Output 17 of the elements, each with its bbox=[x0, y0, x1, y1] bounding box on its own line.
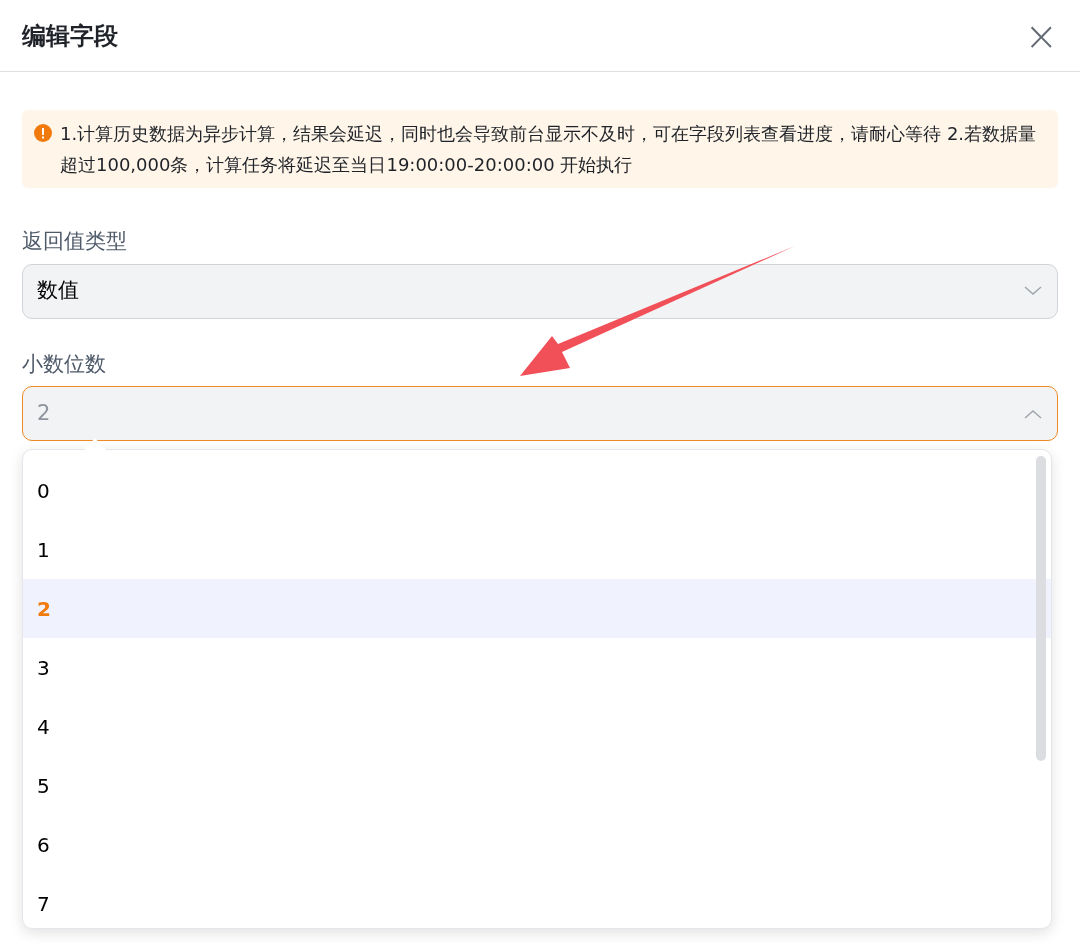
scrollbar[interactable] bbox=[1036, 456, 1046, 761]
warning-icon bbox=[34, 124, 52, 142]
dropdown-option[interactable]: 1 bbox=[23, 520, 1051, 579]
dropdown-option[interactable]: 6 bbox=[23, 815, 1051, 874]
dropdown-option[interactable]: 4 bbox=[23, 697, 1051, 756]
chevron-up-icon bbox=[1023, 407, 1043, 420]
alert-text: 1.计算历史数据为异步计算，结果会延迟，同时也会导致前台显示不及时，可在字段列表查看进度，请耐心等待 2.若数据量超过100,000条，计算任务将延迟至当日19:00:00-20:00:00 开始执行 bbox=[60, 122, 1038, 177]
dropdown-option[interactable]: 0 bbox=[23, 461, 1051, 520]
close-button[interactable]: × bbox=[1024, 15, 1058, 56]
field-label: 小数位数 bbox=[22, 350, 107, 378]
dropdown-option[interactable]: 5 bbox=[23, 756, 1051, 815]
dialog-title: 编辑字段 bbox=[22, 20, 118, 52]
select-field[interactable]: 数值 bbox=[22, 263, 1058, 319]
dropdown-option[interactable]: 7 bbox=[23, 874, 1051, 928]
chevron-down-icon bbox=[1023, 285, 1043, 297]
field-label: 返回值类型 bbox=[22, 228, 128, 255]
dropdown-option[interactable]: 3 bbox=[23, 638, 1051, 697]
